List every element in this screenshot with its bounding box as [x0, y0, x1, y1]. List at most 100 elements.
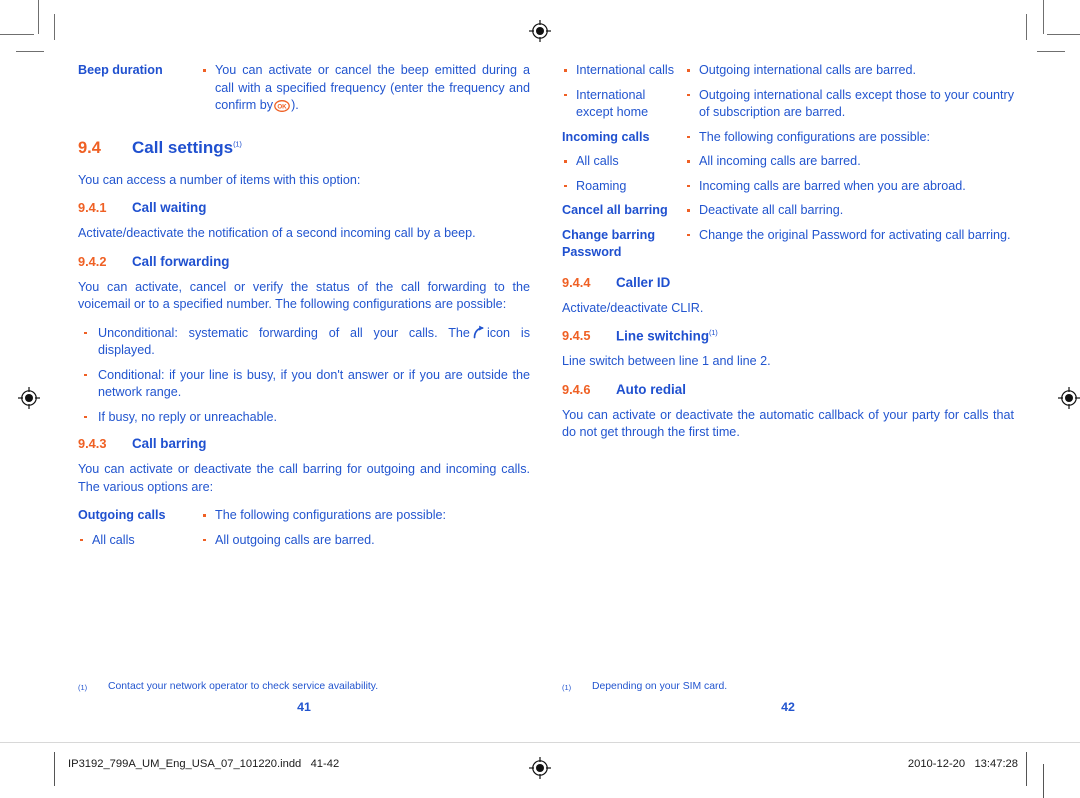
heading-9-4-footnote-mark: (1)	[233, 138, 242, 148]
barring-term-cell: Outgoing calls	[78, 507, 201, 532]
barring-term: Cancel all barring	[562, 203, 668, 217]
footnote-left-text: Contact your network operator to check s…	[108, 681, 379, 692]
crop-mark-tr-h	[1047, 34, 1080, 35]
heading-9-4-5-title: Line switching(1)	[616, 328, 718, 343]
barring-term-cell: Roaming	[562, 178, 685, 203]
page-number-left: 41	[297, 700, 311, 714]
heading-9-4-3-number: 9.4.3	[78, 436, 107, 451]
barring-term-cell: Cancel all barring	[562, 202, 685, 227]
barring-desc-cell: Outgoing international calls are barred.	[685, 62, 1014, 87]
barring-desc: Deactivate all call barring.	[685, 202, 1014, 220]
heading-9-4-5: 9.4.5 Line switching(1)	[562, 328, 1014, 343]
footnote-right-mark: (1)	[562, 683, 572, 692]
call-forwarding-bullets: Unconditional: systematic forwarding of …	[78, 325, 530, 427]
barring-desc-cell: All outgoing calls are barred.	[201, 532, 530, 557]
call-divert-icon	[472, 325, 485, 339]
footnote-right-text: Depending on your SIM card.	[592, 681, 728, 692]
bullet-0-text-before: Unconditional: systematic forwarding of …	[98, 325, 470, 340]
heading-9-4-6-title: Auto redial	[616, 381, 686, 397]
barring-term: All calls	[78, 532, 201, 550]
heading-9-4-1-title: Call waiting	[132, 200, 207, 215]
barring-term-cell: International calls	[562, 62, 685, 87]
barring-term: Outgoing calls	[78, 508, 166, 522]
table-row: International except home Outgoing inter…	[562, 87, 1014, 129]
heading-9-4-3: 9.4.3 Call barring	[78, 436, 530, 451]
barring-term-cell: Incoming calls	[562, 129, 685, 154]
barring-term: International calls	[562, 62, 685, 80]
section-9-4-4-body: Activate/deactivate CLIR.	[562, 300, 704, 315]
registration-mark-right	[1058, 387, 1080, 409]
heading-9-4-5-footnote-mark: (1)	[709, 328, 718, 337]
svg-text:OK: OK	[277, 104, 287, 111]
barring-term-cell: All calls	[78, 532, 201, 557]
barring-desc: Change the original Password for activat…	[685, 227, 1014, 245]
crop-mark-tl-v	[38, 0, 39, 34]
barring-term: Roaming	[562, 178, 685, 196]
registration-mark-bottom	[529, 757, 551, 779]
barring-desc: All outgoing calls are barred.	[201, 532, 530, 550]
section-9-4-1-body: Activate/deactivate the notification of …	[78, 226, 476, 240]
barring-desc-cell: Change the original Password for activat…	[685, 227, 1014, 269]
beep-duration-desc-text-1: You can activate or cancel the beep emit…	[215, 63, 530, 112]
section-9-4-3-body: You can activate or deactivate the call …	[78, 462, 530, 494]
barring-desc: The following configurations are possibl…	[201, 507, 530, 525]
table-row: All calls All outgoing calls are barred.	[78, 532, 530, 557]
heading-9-4-5-title-text: Line switching	[616, 328, 709, 344]
registration-mark-left	[18, 387, 40, 409]
heading-9-4-1: 9.4.1 Call waiting	[78, 200, 530, 215]
slug-tick-left	[54, 752, 55, 786]
table-row: Beep duration You can activate or cancel…	[78, 62, 530, 122]
barring-term: International except home	[562, 87, 685, 122]
page-left: Beep duration You can activate or cancel…	[78, 62, 530, 722]
call-barring-table-right: International calls Outgoing internation…	[562, 62, 1014, 269]
list-item: Unconditional: systematic forwarding of …	[78, 325, 530, 360]
barring-desc: The following configurations are possibl…	[685, 129, 1014, 147]
section-9-4-2-body: You can activate, cancel or verify the s…	[78, 279, 530, 312]
heading-9-4-number: 9.4	[78, 138, 101, 157]
page-right: International calls Outgoing internation…	[562, 62, 1014, 722]
crop-mark-tl-h2	[16, 51, 44, 52]
section-9-4-6-body: You can activate or deactivate the autom…	[562, 407, 1014, 440]
heading-9-4-4-title: Caller ID	[616, 274, 671, 290]
barring-desc-cell: All incoming calls are barred.	[685, 153, 1014, 178]
crop-mark-tr-v2	[1026, 14, 1027, 40]
slug-tick-right	[1026, 752, 1027, 786]
registration-mark-top	[529, 20, 551, 42]
beep-duration-row: Beep duration You can activate or cancel…	[78, 62, 530, 122]
heading-9-4-4: 9.4.4 Caller ID	[562, 275, 1014, 290]
slug-tick-right-outer	[1043, 764, 1044, 798]
heading-9-4-1-number: 9.4.1	[78, 200, 107, 215]
heading-9-4-3-title: Call barring	[132, 436, 207, 451]
barring-desc-cell: Outgoing international calls except thos…	[685, 87, 1014, 129]
table-row: Change barring Password Change the origi…	[562, 227, 1014, 269]
barring-desc: Outgoing international calls are barred.	[685, 62, 1014, 80]
footnote-right: (1) Depending on your SIM card.	[562, 680, 1014, 695]
heading-9-4-2: 9.4.2 Call forwarding	[78, 254, 530, 269]
footnote-left: (1) Contact your network operator to che…	[78, 680, 530, 695]
beep-duration-term-cell: Beep duration	[78, 62, 201, 122]
barring-desc-cell: Deactivate all call barring.	[685, 202, 1014, 227]
heading-9-4-5-number: 9.4.5	[562, 328, 591, 344]
barring-term: Incoming calls	[562, 129, 650, 144]
barring-desc-cell: The following configurations are possibl…	[685, 129, 1014, 154]
crop-mark-tl-v2	[54, 14, 55, 40]
heading-9-4-6: 9.4.6 Auto redial	[562, 382, 1014, 397]
heading-9-4-title: Call settings(1)	[132, 138, 242, 158]
barring-desc: Outgoing international calls except thos…	[685, 87, 1014, 122]
barring-term-cell: International except home	[562, 87, 685, 129]
table-row: Cancel all barring Deactivate all call b…	[562, 202, 1014, 227]
list-item: If busy, no reply or unreachable.	[78, 409, 530, 427]
barring-desc-cell: The following configurations are possibl…	[201, 507, 530, 532]
heading-9-4: 9.4 Call settings(1)	[78, 138, 530, 158]
heading-9-4-2-title: Call forwarding	[132, 253, 230, 269]
table-row: Outgoing calls The following configurati…	[78, 507, 530, 532]
page-number-right: 42	[781, 700, 795, 714]
barring-term-cell: Change barring Password	[562, 227, 685, 269]
beep-duration-desc-text-2: ).	[291, 98, 299, 112]
barring-term: Change barring Password	[562, 227, 656, 260]
ok-key-icon: OK	[274, 100, 290, 112]
table-row: All calls All incoming calls are barred.	[562, 153, 1014, 178]
slug-timestamp: 2010-12-20 13:47:28	[907, 758, 1018, 770]
beep-duration-desc: You can activate or cancel the beep emit…	[201, 62, 530, 115]
table-row: Roaming Incoming calls are barred when y…	[562, 178, 1014, 203]
